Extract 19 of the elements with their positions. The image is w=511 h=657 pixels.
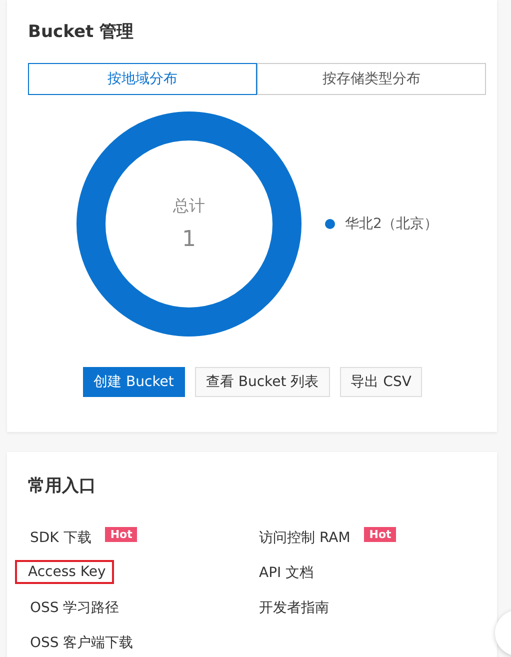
- total-label: 总计: [173, 196, 205, 217]
- legend-label: 华北2（北京）: [345, 215, 438, 233]
- panel-title: Bucket 管理: [28, 21, 135, 43]
- shortcut-link[interactable]: Access Key: [15, 560, 114, 584]
- action-button[interactable]: 导出 CSV: [340, 367, 422, 397]
- hot-badge: Hot: [364, 527, 396, 542]
- shortcut-link[interactable]: OSS 客户端下载: [28, 630, 142, 656]
- shortcut-link[interactable]: SDK 下载: [28, 525, 100, 551]
- shortcut-link[interactable]: 访问控制 RAM: [257, 525, 358, 551]
- total-value: 1: [182, 227, 196, 252]
- tab[interactable]: 按存储类型分布: [257, 63, 486, 95]
- action-button[interactable]: 创建 Bucket: [82, 367, 185, 397]
- tab[interactable]: 按地域分布: [28, 63, 257, 95]
- shortcut-link[interactable]: 开发者指南: [257, 595, 337, 621]
- panel-title: 常用入口: [28, 475, 97, 497]
- shortcut-link[interactable]: OSS 学习路径: [28, 595, 128, 621]
- action-button[interactable]: 查看 Bucket 列表: [194, 367, 330, 397]
- shortcut-link[interactable]: API 文档: [257, 560, 322, 586]
- hot-badge: Hot: [105, 527, 138, 542]
